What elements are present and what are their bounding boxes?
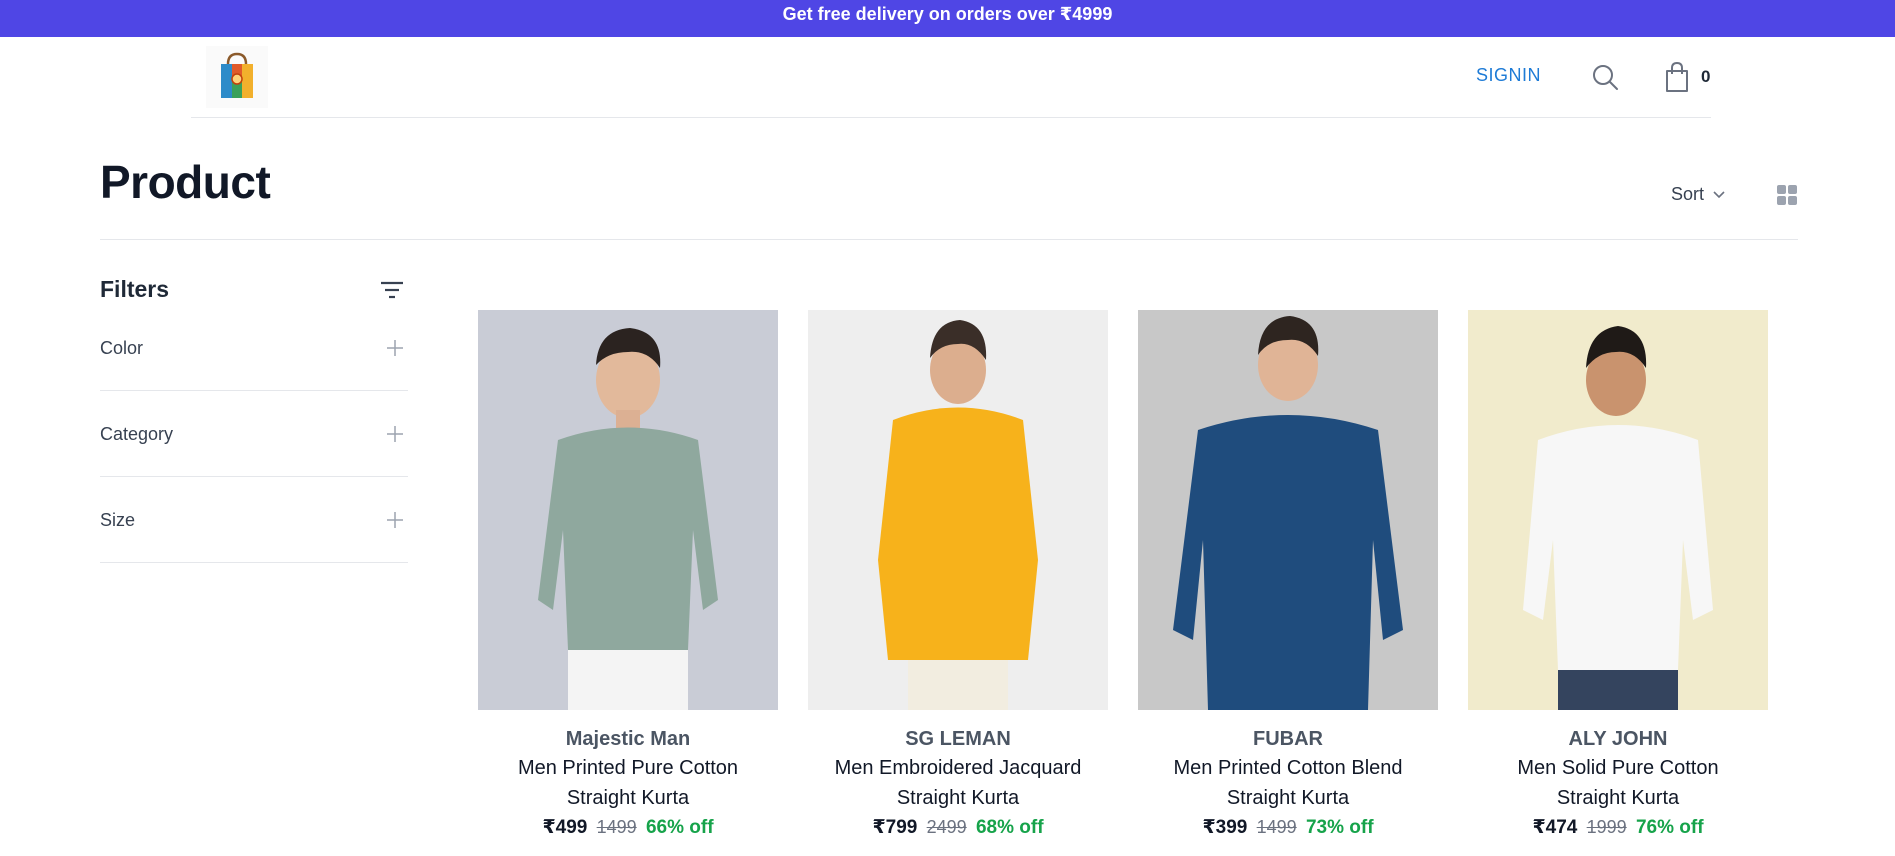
search-icon[interactable] xyxy=(1591,63,1619,91)
shopping-bag-logo-icon xyxy=(221,52,253,98)
product-name-line2: Straight Kurta xyxy=(1556,787,1680,809)
product-card[interactable]: SG LEMAN Men Embroidered Jacquard Straig… xyxy=(808,310,1108,842)
product-discount: 66% off xyxy=(645,817,714,838)
promo-banner: Get free delivery on orders over ₹4999 xyxy=(0,0,1895,37)
filter-section-color[interactable]: Color xyxy=(100,330,408,391)
product-prices: ₹474 1999 76% off xyxy=(1468,813,1768,842)
cart-bag-icon[interactable] xyxy=(1663,61,1691,93)
product-discount: 76% off xyxy=(1635,817,1704,838)
filter-label-category: Category xyxy=(100,424,174,444)
cart-count: 0 xyxy=(1701,67,1711,86)
product-name-line1: Men Solid Pure Cotton xyxy=(1517,757,1719,779)
product-image[interactable] xyxy=(1138,310,1438,710)
product-card[interactable]: Majestic Man Men Printed Pure Cotton Str… xyxy=(478,310,778,842)
filters-title: Filters xyxy=(100,276,170,302)
plus-icon[interactable] xyxy=(386,511,404,529)
product-brand: Majestic Man xyxy=(565,728,691,750)
product-brand: SG LEMAN xyxy=(905,728,1011,750)
product-mrp: 1499 xyxy=(596,817,637,837)
product-name-line2: Straight Kurta xyxy=(566,787,690,809)
sort-label: Sort xyxy=(1671,184,1705,204)
filter-section-size[interactable]: Size xyxy=(100,477,408,563)
product-image[interactable] xyxy=(1468,310,1768,710)
product-prices: ₹399 1499 73% off xyxy=(1138,813,1438,842)
product-discount: 68% off xyxy=(975,817,1044,838)
product-name[interactable]: Men Printed Cotton Blend Straight Kurta xyxy=(1138,753,1438,813)
product-image[interactable] xyxy=(478,310,778,710)
filter-section-category[interactable]: Category xyxy=(100,391,408,477)
product-name-line1: Men Printed Pure Cotton xyxy=(517,757,739,779)
top-nav: SIGNIN 0 xyxy=(191,37,1711,118)
product-discount: 73% off xyxy=(1305,817,1374,838)
product-price: ₹799 xyxy=(872,817,918,838)
sort-dropdown[interactable]: Sort xyxy=(1671,184,1726,205)
product-name-line2: Straight Kurta xyxy=(1226,787,1350,809)
product-prices: ₹799 2499 68% off xyxy=(808,813,1108,842)
product-name[interactable]: Men Embroidered Jacquard Straight Kurta xyxy=(808,753,1108,813)
promo-text: Get free delivery on orders over ₹4999 xyxy=(782,4,1113,24)
signin-link[interactable]: SIGNIN xyxy=(1476,65,1541,86)
product-mrp: 1999 xyxy=(1586,817,1627,837)
product-mrp: 1499 xyxy=(1256,817,1297,837)
product-card[interactable]: ALY JOHN Men Solid Pure Cotton Straight … xyxy=(1468,310,1768,842)
product-name-line2: Straight Kurta xyxy=(896,787,1020,809)
product-prices: ₹499 1499 66% off xyxy=(478,813,778,842)
plus-icon[interactable] xyxy=(386,339,404,357)
product-card[interactable]: FUBAR Men Printed Cotton Blend Straight … xyxy=(1138,310,1438,842)
product-brand: ALY JOHN xyxy=(1568,728,1668,750)
product-mrp: 2499 xyxy=(926,817,967,837)
product-name-line1: Men Embroidered Jacquard xyxy=(834,757,1082,779)
product-name[interactable]: Men Printed Pure Cotton Straight Kurta xyxy=(478,753,778,813)
filter-lines-icon[interactable] xyxy=(380,280,404,300)
product-price: ₹474 xyxy=(1532,817,1578,838)
store-logo[interactable] xyxy=(206,46,268,108)
header-divider xyxy=(100,239,1798,240)
filter-label-color: Color xyxy=(100,338,144,358)
filters-header: Filters xyxy=(100,276,408,316)
page-title: Product xyxy=(100,156,271,208)
chevron-down-icon xyxy=(1713,190,1725,198)
filter-label-size: Size xyxy=(100,510,136,530)
product-name-line1: Men Printed Cotton Blend xyxy=(1173,757,1403,779)
plus-icon[interactable] xyxy=(386,425,404,443)
product-name[interactable]: Men Solid Pure Cotton Straight Kurta xyxy=(1468,753,1768,813)
product-image[interactable] xyxy=(808,310,1108,710)
product-brand: FUBAR xyxy=(1253,728,1323,750)
product-price: ₹499 xyxy=(542,817,588,838)
grid-view-icon[interactable] xyxy=(1776,184,1798,206)
product-price: ₹399 xyxy=(1202,817,1248,838)
